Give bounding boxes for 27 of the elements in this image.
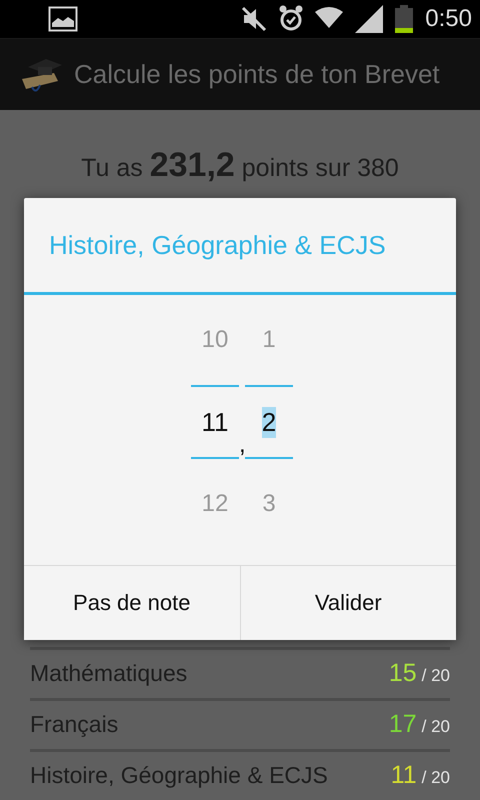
dialog-title: Histoire, Géographie & ECJS <box>49 230 386 260</box>
picture-icon <box>48 6 78 32</box>
subject-name[interactable]: Mathématiques <box>30 660 389 687</box>
score-max: / 20 <box>422 666 450 686</box>
decimal-separator: , <box>239 430 245 460</box>
app-title: Calcule les points de ton Brevet <box>74 59 440 90</box>
subject-score: 17 <box>388 710 417 739</box>
previous-value[interactable]: 10 <box>202 295 228 385</box>
number-field[interactable]: 2 <box>262 406 276 438</box>
no-grade-button[interactable]: Pas de note <box>24 566 240 640</box>
score-max: / 20 <box>422 717 450 737</box>
total-score-text: Tu as 231,2 points sur 380 <box>80 146 400 185</box>
confirm-button[interactable]: Valider <box>240 566 456 640</box>
mute-icon <box>241 6 268 32</box>
score-max: / 20 <box>422 768 450 788</box>
next-value[interactable]: 12 <box>202 459 228 549</box>
battery-icon <box>395 5 414 33</box>
previous-value[interactable]: 1 <box>262 295 276 385</box>
signal-icon <box>355 5 384 33</box>
alarm-icon <box>279 5 304 33</box>
next-value[interactable]: 3 <box>262 459 276 549</box>
subject-score: 11 <box>390 761 417 790</box>
subject-name[interactable]: Français <box>30 711 389 738</box>
subject-score: 15 <box>388 659 417 688</box>
clock: 0:50 <box>425 5 472 33</box>
number-field[interactable]: 11 <box>202 406 228 438</box>
subject-name[interactable]: Histoire, Géographie & ECJS <box>30 762 391 789</box>
